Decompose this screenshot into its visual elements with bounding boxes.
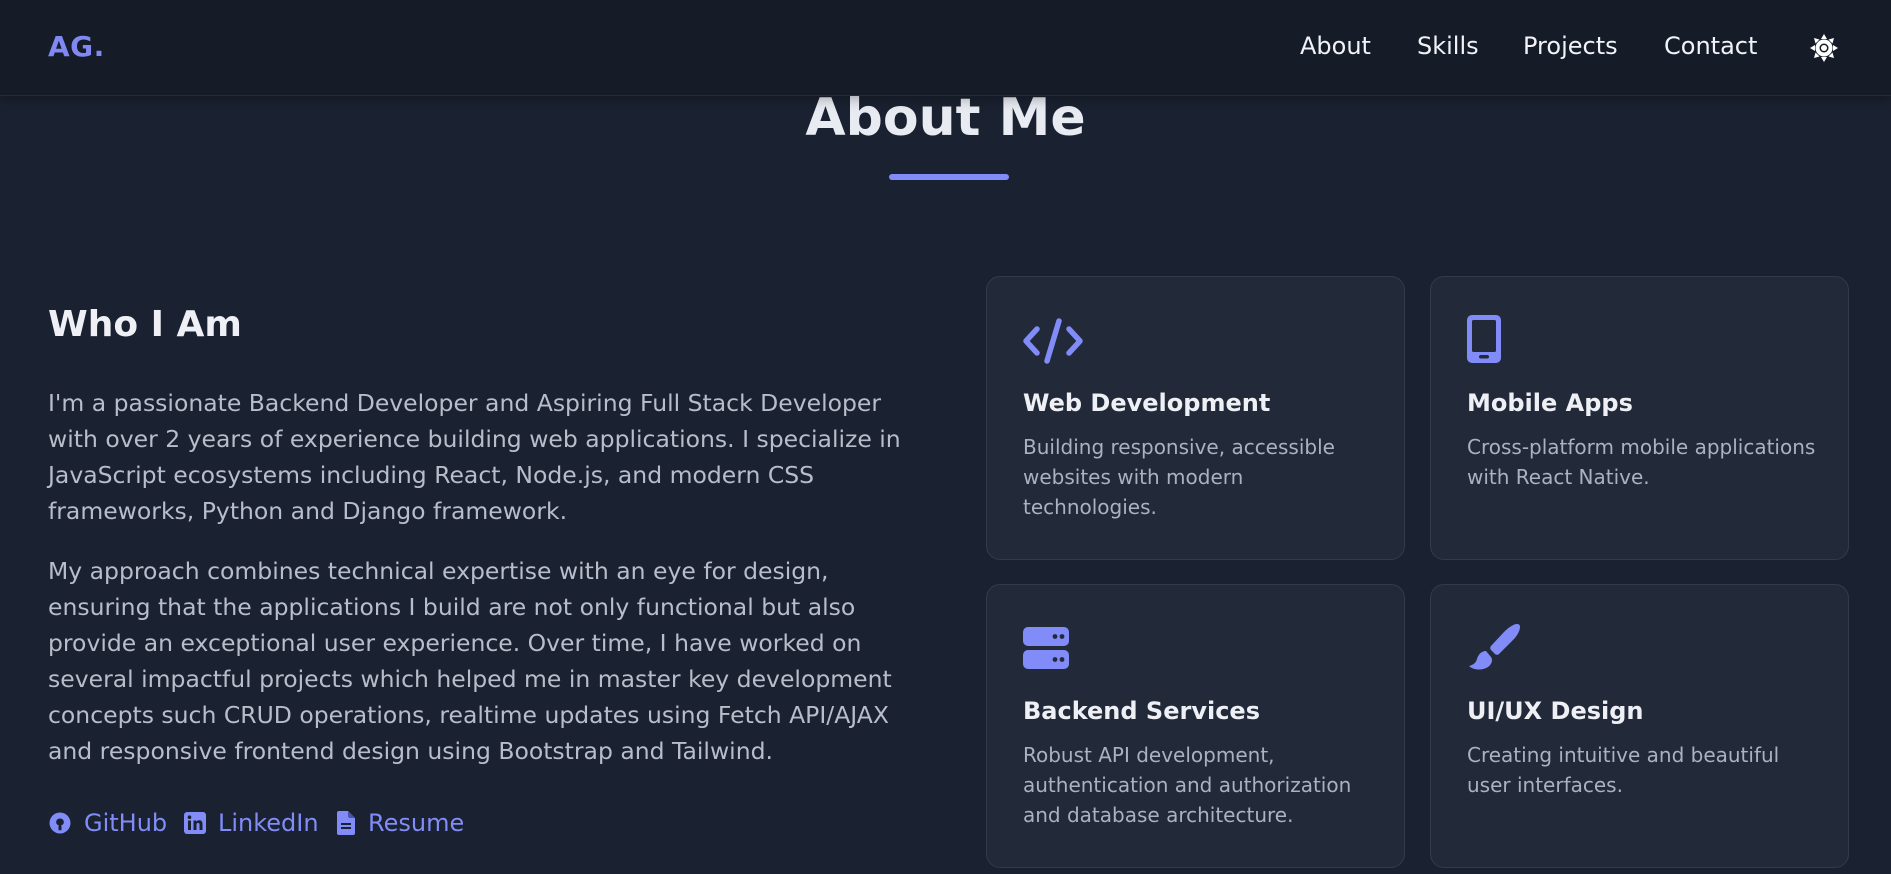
service-card-description: Creating intuitive and beautiful user in… [1467,743,1780,797]
about-paragraph-2: My approach combines technical expertise… [48,557,892,765]
nav-contact[interactable]: Contact [1664,32,1757,60]
github-link-label: GitHub [84,809,168,837]
file-icon [337,811,355,835]
service-card-title: Web Development [1023,389,1271,417]
title-underline [889,174,1009,180]
service-card-description: Cross-platform mobile applications with … [1467,435,1816,489]
service-card-ui-ux-design: UI/UX Design Creating intuitive and beau… [1430,584,1849,868]
service-card-description: Robust API development, authentication a… [1023,743,1352,827]
service-card-title: Mobile Apps [1467,389,1633,417]
service-card-backend-services: Backend Services Robust API development,… [986,584,1405,868]
resume-link-label: Resume [368,809,465,837]
nav-projects[interactable]: Projects [1523,32,1618,60]
theme-toggle-button[interactable] [1808,32,1840,64]
linkedin-icon [184,812,206,834]
nav-skills[interactable]: Skills [1417,32,1479,60]
github-link[interactable]: GitHub [48,808,167,838]
who-i-am-heading: Who I Am [48,304,242,345]
service-card-web-development: Web Development Building responsive, acc… [986,276,1405,560]
service-card-title: Backend Services [1023,697,1260,725]
paintbrush-icon [1469,624,1520,670]
logo[interactable]: AG. [48,30,105,63]
github-icon [49,812,71,834]
code-icon [1023,318,1083,364]
service-card-title: UI/UX Design [1467,697,1644,725]
navbar: AG. About Skills Projects Contact [0,0,1891,96]
service-card-description: Building responsive, accessible websites… [1023,435,1335,519]
mobile-icon [1467,315,1501,363]
server-icon [1023,627,1069,669]
sun-icon [1810,34,1838,62]
section-title: About Me [805,88,1086,148]
linkedin-link[interactable]: LinkedIn [184,808,319,838]
nav-about[interactable]: About [1300,32,1371,60]
about-paragraph-1: I'm a passionate Backend Developer and A… [48,389,901,525]
linkedin-link-label: LinkedIn [218,809,319,837]
service-card-mobile-apps: Mobile Apps Cross-platform mobile applic… [1430,276,1849,560]
resume-link[interactable]: Resume [336,808,464,838]
